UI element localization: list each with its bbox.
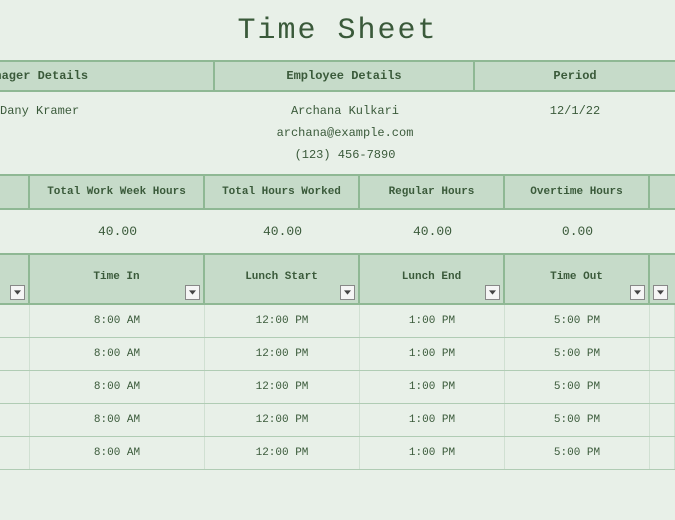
table-row: 8:00 AM12:00 PM1:00 PM5:00 PM bbox=[0, 371, 675, 404]
summary-overtime: 0.00 bbox=[505, 210, 650, 253]
table-cell: 5:00 PM bbox=[505, 338, 650, 370]
details-row: Dany Kramer Archana Kulkari archana@exam… bbox=[0, 92, 675, 166]
table-row: 8:00 AM12:00 PM1:00 PM5:00 PM bbox=[0, 338, 675, 371]
summary-total-week: 40.00 bbox=[30, 210, 205, 253]
time-header-lunch-end: Lunch End bbox=[360, 255, 505, 303]
summary-spacer-left-val bbox=[0, 210, 30, 253]
filter-button[interactable] bbox=[185, 285, 200, 300]
summary-header-row: Total Work Week Hours Total Hours Worked… bbox=[0, 174, 675, 210]
table-cell: 1:00 PM bbox=[360, 305, 505, 337]
table-cell bbox=[0, 437, 30, 469]
employee-details: Archana Kulkari archana@example.com (123… bbox=[215, 100, 475, 166]
period-header: Period bbox=[475, 62, 675, 90]
table-cell: 8:00 AM bbox=[30, 338, 205, 370]
table-cell: 5:00 PM bbox=[505, 371, 650, 403]
filter-button[interactable] bbox=[630, 285, 645, 300]
table-cell: 5:00 PM bbox=[505, 305, 650, 337]
table-cell: 8:00 AM bbox=[30, 404, 205, 436]
manager-header: Manager Details bbox=[0, 62, 215, 90]
employee-header: Employee Details bbox=[215, 62, 475, 90]
summary-spacer-left bbox=[0, 176, 30, 208]
details-header-row: Manager Details Employee Details Period bbox=[0, 60, 675, 92]
table-cell: 8:00 AM bbox=[30, 437, 205, 469]
table-cell: 1:00 PM bbox=[360, 437, 505, 469]
summary-row: 40.00 40.00 40.00 0.00 bbox=[0, 210, 675, 255]
time-rows-container: 8:00 AM12:00 PM1:00 PM5:00 PM8:00 AM12:0… bbox=[0, 305, 675, 470]
filter-button[interactable] bbox=[485, 285, 500, 300]
page-title: Time Sheet bbox=[0, 0, 675, 60]
table-cell: 1:00 PM bbox=[360, 404, 505, 436]
summary-header-regular: Regular Hours bbox=[360, 176, 505, 208]
summary-spacer-right-val bbox=[650, 210, 675, 253]
table-cell bbox=[0, 338, 30, 370]
table-cell: 12:00 PM bbox=[205, 371, 360, 403]
time-header-time-in: Time In bbox=[30, 255, 205, 303]
summary-header-total-week: Total Work Week Hours bbox=[30, 176, 205, 208]
table-cell bbox=[650, 338, 675, 370]
time-header-spacer-right bbox=[650, 255, 675, 303]
table-cell bbox=[650, 305, 675, 337]
table-cell bbox=[0, 371, 30, 403]
table-cell: 5:00 PM bbox=[505, 437, 650, 469]
filter-button[interactable] bbox=[10, 285, 25, 300]
period-value: 12/1/22 bbox=[475, 100, 675, 166]
summary-header-overtime: Overtime Hours bbox=[505, 176, 650, 208]
table-cell bbox=[0, 305, 30, 337]
filter-button[interactable] bbox=[340, 285, 355, 300]
time-header-lunch-start: Lunch Start bbox=[205, 255, 360, 303]
summary-spacer-right bbox=[650, 176, 675, 208]
table-cell: 5:00 PM bbox=[505, 404, 650, 436]
table-cell: 12:00 PM bbox=[205, 404, 360, 436]
time-header-time-out: Time Out bbox=[505, 255, 650, 303]
table-row: 8:00 AM12:00 PM1:00 PM5:00 PM bbox=[0, 437, 675, 470]
table-row: 8:00 AM12:00 PM1:00 PM5:00 PM bbox=[0, 404, 675, 437]
table-cell: 12:00 PM bbox=[205, 338, 360, 370]
employee-name: Archana Kulkari bbox=[215, 100, 475, 122]
table-cell bbox=[650, 404, 675, 436]
table-cell bbox=[0, 404, 30, 436]
table-cell: 8:00 AM bbox=[30, 371, 205, 403]
summary-header-total-worked: Total Hours Worked bbox=[205, 176, 360, 208]
employee-phone: (123) 456-7890 bbox=[215, 144, 475, 166]
time-header-spacer-left bbox=[0, 255, 30, 303]
table-row: 8:00 AM12:00 PM1:00 PM5:00 PM bbox=[0, 305, 675, 338]
table-cell: 12:00 PM bbox=[205, 305, 360, 337]
employee-email: archana@example.com bbox=[215, 122, 475, 144]
table-cell: 12:00 PM bbox=[205, 437, 360, 469]
time-header-row: Time In Lunch Start Lunch End Time Out bbox=[0, 255, 675, 305]
table-cell: 1:00 PM bbox=[360, 371, 505, 403]
table-cell bbox=[650, 371, 675, 403]
table-cell: 8:00 AM bbox=[30, 305, 205, 337]
filter-button[interactable] bbox=[653, 285, 668, 300]
summary-regular: 40.00 bbox=[360, 210, 505, 253]
table-cell: 1:00 PM bbox=[360, 338, 505, 370]
summary-total-worked: 40.00 bbox=[205, 210, 360, 253]
manager-name: Dany Kramer bbox=[0, 100, 215, 166]
table-cell bbox=[650, 437, 675, 469]
